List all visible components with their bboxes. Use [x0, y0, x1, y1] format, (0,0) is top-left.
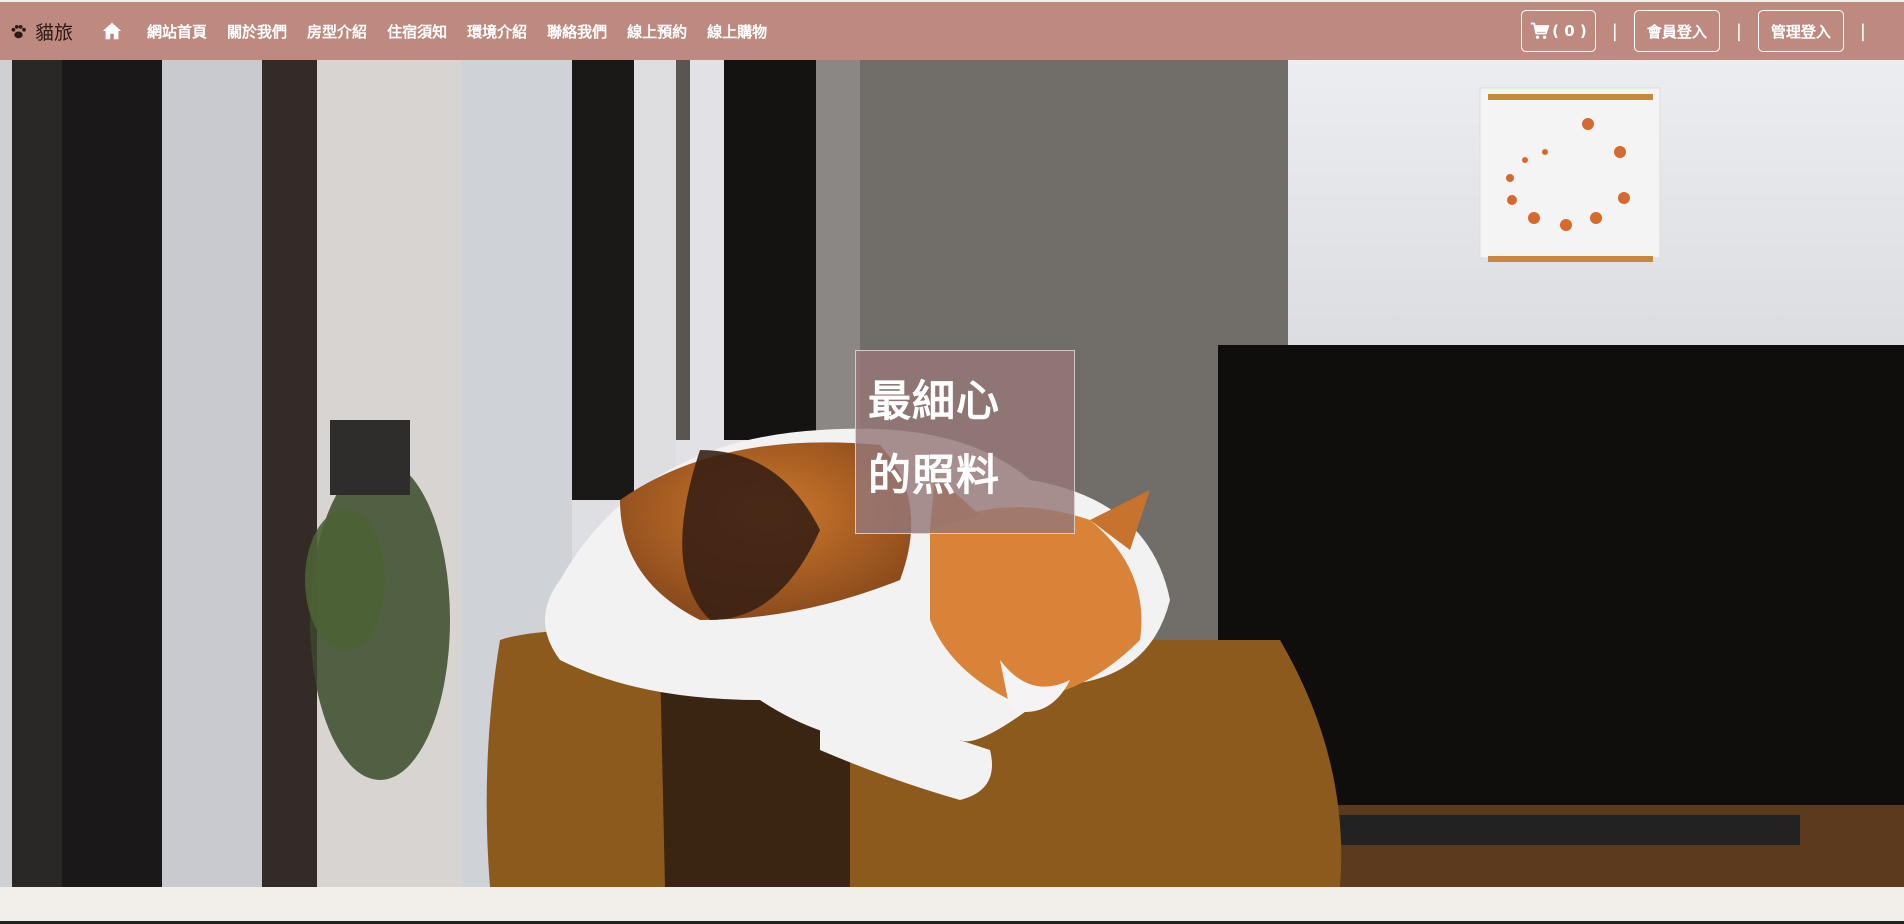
page-bottom-strip [0, 887, 1904, 924]
nav-about[interactable]: 關於我們 [227, 21, 287, 42]
home-icon[interactable] [101, 20, 123, 42]
cart-count: ( 0 ) [1552, 22, 1587, 40]
member-login-button[interactable]: 會員登入 [1633, 10, 1720, 52]
nav-rules[interactable]: 住宿須知 [387, 21, 447, 42]
brand-name: 貓旅 [35, 21, 74, 44]
nav-environment[interactable]: 環境介紹 [467, 21, 527, 42]
hero-tagline-box: 最細心 的照料 [855, 350, 1075, 534]
separator: | [1735, 20, 1742, 42]
nav-shop[interactable]: 線上購物 [707, 21, 767, 42]
cart-icon [1530, 22, 1550, 39]
cart-button[interactable]: ( 0 ) [1521, 10, 1596, 52]
main-nav: 網站首頁 關於我們 房型介紹 住宿須知 環境介紹 聯絡我們 線上預約 線上購物 [137, 21, 777, 42]
nav-rooms[interactable]: 房型介紹 [307, 21, 367, 42]
tagline-line-2: 的照料 [868, 451, 1000, 501]
nav-contact[interactable]: 聯絡我們 [547, 21, 607, 42]
brand-logo[interactable]: 貓旅 [10, 18, 73, 45]
admin-login-button[interactable]: 管理登入 [1757, 10, 1844, 52]
nav-home[interactable]: 網站首頁 [147, 21, 207, 42]
separator: | [1859, 20, 1866, 42]
paw-icon [11, 24, 26, 38]
hero-banner: 最細心 的照料 [0, 60, 1904, 887]
account-controls: ( 0 ) | 會員登入 | 管理登入 | [1521, 10, 1882, 52]
tagline-line-1: 最細心 [868, 377, 1000, 427]
top-navbar: 貓旅 網站首頁 關於我們 房型介紹 住宿須知 環境介紹 聯絡我們 線上預約 線上… [0, 2, 1904, 60]
nav-booking[interactable]: 線上預約 [627, 21, 687, 42]
separator: | [1611, 20, 1618, 42]
